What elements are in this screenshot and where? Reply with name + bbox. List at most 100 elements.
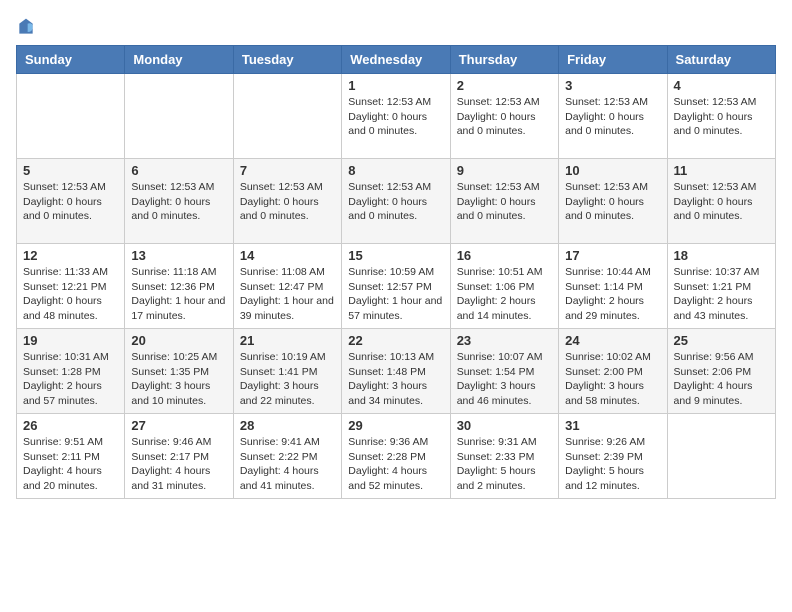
day-number: 27 [131, 418, 226, 433]
day-info: Sunrise: 10:02 AM Sunset: 2:00 PM Daylig… [565, 350, 660, 409]
day-number: 25 [674, 333, 769, 348]
col-header-thursday: Thursday [450, 46, 558, 74]
day-info: Sunset: 12:53 AM Daylight: 0 hours and 0… [565, 180, 660, 224]
day-cell: 9 Sunset: 12:53 AM Daylight: 0 hours and … [450, 159, 558, 244]
day-cell: 12Sunrise: 11:33 AM Sunset: 12:21 PM Day… [17, 244, 125, 329]
day-number: 13 [131, 248, 226, 263]
day-cell: 11 Sunset: 12:53 AM Daylight: 0 hours and… [667, 159, 775, 244]
day-cell: 10 Sunset: 12:53 AM Daylight: 0 hours and… [559, 159, 667, 244]
day-number: 18 [674, 248, 769, 263]
day-cell: 23 Sunrise: 10:07 AM Sunset: 1:54 PM Dayl… [450, 329, 558, 414]
day-info: Sunrise: 9:36 AM Sunset: 2:28 PM Dayligh… [348, 435, 443, 494]
day-number: 8 [348, 163, 443, 178]
day-number: 11 [674, 163, 769, 178]
day-number: 30 [457, 418, 552, 433]
day-cell: 5 Sunset: 12:53 AM Daylight: 0 hours and … [17, 159, 125, 244]
day-number: 7 [240, 163, 335, 178]
day-cell [17, 74, 125, 159]
day-cell: 1 Sunset: 12:53 AM Daylight: 0 hours and … [342, 74, 450, 159]
day-info: Sunset: 12:53 AM Daylight: 0 hours and 0… [348, 95, 443, 139]
day-cell: 14 Sunrise: 11:08 AM Sunset: 12:47 PM Day… [233, 244, 341, 329]
day-info: Sunrise: 11:18 AM Sunset: 12:36 PM Dayli… [131, 265, 226, 324]
logo [16, 16, 40, 37]
day-cell: 21Sunrise: 10:19 AM Sunset: 1:41 PM Dayl… [233, 329, 341, 414]
day-cell: 13 Sunrise: 11:18 AM Sunset: 12:36 PM Day… [125, 244, 233, 329]
day-number: 26 [23, 418, 118, 433]
day-info: Sunrise: 10:51 AM Sunset: 1:06 PM Daylig… [457, 265, 552, 324]
day-info: Sunrise: 10:31 AM Sunset: 1:28 PM Daylig… [23, 350, 118, 409]
day-cell: 4 Sunset: 12:53 AM Daylight: 0 hours and … [667, 74, 775, 159]
day-number: 24 [565, 333, 660, 348]
day-cell: 6 Sunset: 12:53 AM Daylight: 0 hours and … [125, 159, 233, 244]
day-cell: 19Sunrise: 10:31 AM Sunset: 1:28 PM Dayl… [17, 329, 125, 414]
day-cell: 15Sunrise: 10:59 AM Sunset: 12:57 PM Day… [342, 244, 450, 329]
day-number: 1 [348, 78, 443, 93]
day-info: Sunset: 12:53 AM Daylight: 0 hours and 0… [674, 180, 769, 224]
day-cell: 8 Sunset: 12:53 AM Daylight: 0 hours and … [342, 159, 450, 244]
day-info: Sunrise: 10:37 AM Sunset: 1:21 PM Daylig… [674, 265, 769, 324]
day-cell: 7 Sunset: 12:53 AM Daylight: 0 hours and … [233, 159, 341, 244]
day-info: Sunset: 12:53 AM Daylight: 0 hours and 0… [457, 95, 552, 139]
day-info: Sunset: 12:53 AM Daylight: 0 hours and 0… [131, 180, 226, 224]
day-cell [667, 414, 775, 499]
day-number: 15 [348, 248, 443, 263]
day-number: 28 [240, 418, 335, 433]
week-row-0: 1 Sunset: 12:53 AM Daylight: 0 hours and … [17, 74, 776, 159]
day-info: Sunrise: 11:08 AM Sunset: 12:47 PM Dayli… [240, 265, 335, 324]
day-cell: 3Sunset: 12:53 AM Daylight: 0 hours and … [559, 74, 667, 159]
day-number: 17 [565, 248, 660, 263]
day-cell: 31Sunrise: 9:26 AM Sunset: 2:39 PM Dayli… [559, 414, 667, 499]
day-info: Sunset: 12:53 AM Daylight: 0 hours and 0… [240, 180, 335, 224]
day-info: Sunrise: 10:44 AM Sunset: 1:14 PM Daylig… [565, 265, 660, 324]
logo-icon [16, 17, 36, 37]
day-cell: 20 Sunrise: 10:25 AM Sunset: 1:35 PM Dayl… [125, 329, 233, 414]
day-number: 10 [565, 163, 660, 178]
day-cell: 16Sunrise: 10:51 AM Sunset: 1:06 PM Dayl… [450, 244, 558, 329]
day-number: 9 [457, 163, 552, 178]
day-info: Sunrise: 9:56 AM Sunset: 2:06 PM Dayligh… [674, 350, 769, 409]
col-header-tuesday: Tuesday [233, 46, 341, 74]
day-number: 3 [565, 78, 660, 93]
day-number: 23 [457, 333, 552, 348]
day-info: Sunrise: 9:31 AM Sunset: 2:33 PM Dayligh… [457, 435, 552, 494]
col-header-friday: Friday [559, 46, 667, 74]
day-number: 21 [240, 333, 335, 348]
day-cell [233, 74, 341, 159]
day-cell: 22 Sunrise: 10:13 AM Sunset: 1:48 PM Dayl… [342, 329, 450, 414]
week-row-1: 5 Sunset: 12:53 AM Daylight: 0 hours and … [17, 159, 776, 244]
day-info: Sunrise: 9:41 AM Sunset: 2:22 PM Dayligh… [240, 435, 335, 494]
day-number: 29 [348, 418, 443, 433]
day-info: Sunset: 12:53 AM Daylight: 0 hours and 0… [23, 180, 118, 224]
col-header-wednesday: Wednesday [342, 46, 450, 74]
day-info: Sunrise: 10:13 AM Sunset: 1:48 PM Daylig… [348, 350, 443, 409]
day-cell: 29 Sunrise: 9:36 AM Sunset: 2:28 PM Dayli… [342, 414, 450, 499]
day-info: Sunrise: 10:07 AM Sunset: 1:54 PM Daylig… [457, 350, 552, 409]
day-number: 22 [348, 333, 443, 348]
week-row-2: 12Sunrise: 11:33 AM Sunset: 12:21 PM Day… [17, 244, 776, 329]
day-number: 20 [131, 333, 226, 348]
day-number: 4 [674, 78, 769, 93]
day-cell: 28 Sunrise: 9:41 AM Sunset: 2:22 PM Dayli… [233, 414, 341, 499]
day-info: Sunset: 12:53 AM Daylight: 0 hours and 0… [674, 95, 769, 139]
col-header-monday: Monday [125, 46, 233, 74]
day-info: Sunrise: 9:46 AM Sunset: 2:17 PM Dayligh… [131, 435, 226, 494]
day-number: 5 [23, 163, 118, 178]
calendar-header-row: SundayMondayTuesdayWednesdayThursdayFrid… [17, 46, 776, 74]
day-cell: 26 Sunrise: 9:51 AM Sunset: 2:11 PM Dayli… [17, 414, 125, 499]
day-info: Sunset: 12:53 AM Daylight: 0 hours and 0… [348, 180, 443, 224]
week-row-3: 19Sunrise: 10:31 AM Sunset: 1:28 PM Dayl… [17, 329, 776, 414]
day-number: 14 [240, 248, 335, 263]
day-number: 2 [457, 78, 552, 93]
day-info: Sunset: 12:53 AM Daylight: 0 hours and 0… [457, 180, 552, 224]
day-cell: 27 Sunrise: 9:46 AM Sunset: 2:17 PM Dayli… [125, 414, 233, 499]
col-header-sunday: Sunday [17, 46, 125, 74]
day-cell: 24 Sunrise: 10:02 AM Sunset: 2:00 PM Dayl… [559, 329, 667, 414]
week-row-4: 26 Sunrise: 9:51 AM Sunset: 2:11 PM Dayli… [17, 414, 776, 499]
day-number: 6 [131, 163, 226, 178]
day-cell: 30 Sunrise: 9:31 AM Sunset: 2:33 PM Dayli… [450, 414, 558, 499]
day-info: Sunrise: 9:51 AM Sunset: 2:11 PM Dayligh… [23, 435, 118, 494]
day-number: 31 [565, 418, 660, 433]
day-info: Sunrise: 11:33 AM Sunset: 12:21 PM Dayli… [23, 265, 118, 324]
header [16, 16, 776, 37]
day-info: Sunrise: 10:25 AM Sunset: 1:35 PM Daylig… [131, 350, 226, 409]
